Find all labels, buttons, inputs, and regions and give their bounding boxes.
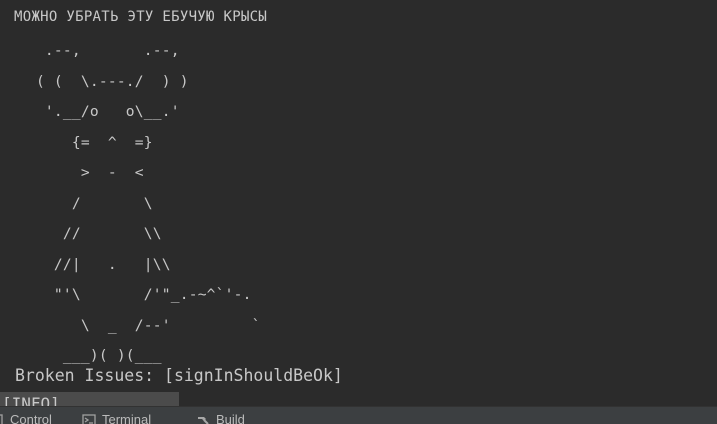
console-warning-line: МОЖНО УБРАТЬ ЭТУ ЕБУЧУЮ КРЫСЫ (14, 9, 268, 25)
tab-terminal[interactable]: Terminal (82, 412, 151, 424)
ascii-art-line: "'\ /'"_.-~^`'-. (0, 286, 252, 303)
control-icon (0, 414, 3, 424)
ascii-art-line: > - < (0, 164, 144, 181)
ascii-art-line: .--, .--, (0, 42, 180, 59)
ascii-art-line: / \ (0, 194, 153, 212)
hammer-icon (198, 417, 209, 424)
tab-control-label: Control (10, 412, 52, 424)
terminal-icon (82, 414, 96, 424)
tab-terminal-label: Terminal (102, 412, 152, 424)
bottom-tool-window-bar: Control Terminal Build (0, 406, 717, 424)
ascii-art-line: {= ^ =} (0, 133, 153, 151)
console-output[interactable]: МОЖНО УБРАТЬ ЭТУ ЕБУЧУЮ КРЫСЫ .--, .--, … (0, 0, 717, 406)
ascii-art-line: //| . |\\ (0, 255, 171, 273)
ascii-art-line: '.__/o o\__.' (0, 103, 180, 120)
ascii-rat-art: .--, .--, ( ( \.---./ ) ) '.__/o o\__.' … (0, 36, 261, 372)
tab-control[interactable]: Control (0, 412, 52, 424)
tab-build[interactable]: Build (196, 412, 245, 424)
ascii-art-line: \ _ /--' ` (0, 316, 261, 334)
ascii-art-line: ( ( \.---./ ) ) (0, 72, 189, 90)
info-log-line[interactable]: [INFO] (0, 392, 179, 406)
ascii-art-line: // \\ (0, 225, 162, 242)
info-log-text: [INFO] (2, 394, 60, 407)
tab-build-label: Build (216, 412, 245, 424)
broken-issues-line: Broken Issues: [signInShouldBeOk] (15, 366, 343, 385)
